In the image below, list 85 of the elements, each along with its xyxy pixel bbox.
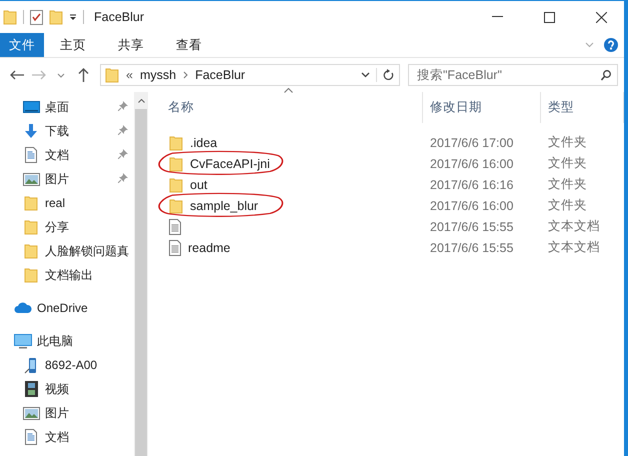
folder-icon <box>169 156 183 172</box>
download-icon <box>23 123 39 139</box>
sidebar-item[interactable]: 下载 <box>0 119 134 143</box>
sidebar-item[interactable]: real <box>0 191 134 215</box>
folder-icon <box>169 198 183 214</box>
scrollbar[interactable] <box>134 92 148 456</box>
text-file-icon <box>169 218 181 234</box>
sidebar-item[interactable]: 此电脑 <box>0 329 134 353</box>
folder-icon <box>169 176 183 192</box>
dropdown-icon[interactable] <box>69 13 77 21</box>
dropdown-icon[interactable] <box>361 72 370 78</box>
overflow-chevron[interactable]: « <box>126 68 133 82</box>
sidebar-item[interactable]: 8692-A00 <box>0 353 134 377</box>
file-name[interactable]: .idea <box>190 136 218 150</box>
ribbon-tab[interactable]: 共享 <box>102 33 160 57</box>
ribbon-tab[interactable]: 主页 <box>44 33 102 57</box>
sidebar-item[interactable]: 文档 <box>0 143 134 167</box>
folder-icon <box>24 219 38 235</box>
sidebar-item[interactable]: 图片 <box>0 167 134 191</box>
file-name[interactable]: CvFaceAPI-jni <box>190 156 270 170</box>
device-icon <box>24 356 38 374</box>
document-icon <box>25 147 37 163</box>
picture-icon <box>22 406 40 420</box>
sidebar-item[interactable]: 人脸解锁问题真 <box>0 239 134 263</box>
file-type: 文本文档 <box>547 239 601 256</box>
cloud-icon <box>14 302 32 314</box>
file-type: 文件夹 <box>547 176 588 193</box>
address-bar[interactable]: « myssh FaceBlur <box>100 64 400 86</box>
up-icon[interactable] <box>78 68 88 82</box>
desktop-icon <box>22 101 40 113</box>
help-icon[interactable] <box>604 38 618 52</box>
sidebar-item[interactable]: 视频 <box>0 377 134 401</box>
modified-date: 2017/6/6 16:00 <box>429 156 514 170</box>
search-field[interactable]: 搜索"FaceBlur" <box>408 64 618 86</box>
column-header[interactable]: 修改日期 <box>423 92 541 123</box>
breadcrumb[interactable]: FaceBlur <box>195 68 246 82</box>
modified-date: 2017/6/6 15:55 <box>429 240 514 254</box>
sidebar-item[interactable]: 桌面 <box>0 95 134 119</box>
modified-date: 2017/6/6 16:00 <box>429 198 514 212</box>
recent-locations-icon[interactable] <box>57 72 65 78</box>
sidebar-item[interactable]: OneDrive <box>0 296 134 320</box>
pin-icon[interactable] <box>118 149 128 159</box>
close-icon[interactable] <box>596 12 606 22</box>
minimize-icon[interactable] <box>492 16 502 18</box>
modified-date: 2017/6/6 15:55 <box>429 220 514 234</box>
chevron-icon[interactable] <box>183 71 188 79</box>
back-icon[interactable] <box>10 70 24 80</box>
folder-icon <box>3 9 17 25</box>
file-name[interactable]: out <box>190 178 208 192</box>
pin-icon[interactable] <box>118 173 128 183</box>
sidebar-item[interactable]: 分享 <box>0 215 134 239</box>
folder-icon <box>24 195 38 211</box>
document-icon <box>25 429 37 445</box>
ribbon-tab[interactable]: 查看 <box>160 33 218 57</box>
sidebar-item[interactable]: 文档输出 <box>0 263 134 287</box>
computer-icon <box>14 334 32 348</box>
folder-icon <box>105 67 119 83</box>
sidebar-item[interactable]: 文档 <box>0 425 134 449</box>
column-header[interactable]: 名称 <box>161 92 423 123</box>
text-file-icon <box>169 240 181 256</box>
modified-date: 2017/6/6 16:16 <box>429 178 514 192</box>
search-icon[interactable] <box>601 70 611 81</box>
file-name[interactable]: readme <box>188 240 230 254</box>
folder-icon <box>24 243 38 259</box>
file-type: 文件夹 <box>547 134 588 151</box>
file-type: 文件夹 <box>547 197 588 214</box>
properties-icon[interactable] <box>30 9 43 25</box>
maximize-icon[interactable] <box>544 12 554 22</box>
picture-icon <box>22 172 40 186</box>
sidebar-item[interactable]: 图片 <box>0 401 134 425</box>
scroll-up-icon[interactable] <box>138 98 144 102</box>
column-header[interactable]: 类型 <box>541 92 624 123</box>
video-icon <box>24 381 38 397</box>
folder-icon <box>24 267 38 283</box>
file-menu-button[interactable]: 文件 <box>0 33 44 57</box>
pin-icon[interactable] <box>118 125 128 135</box>
pin-icon[interactable] <box>118 101 128 111</box>
refresh-icon[interactable] <box>383 69 394 81</box>
folder-icon <box>169 134 183 150</box>
file-type: 文本文档 <box>547 218 601 235</box>
file-name[interactable]: sample_blur <box>190 198 258 212</box>
modified-date: 2017/6/6 17:00 <box>429 136 514 150</box>
file-type: 文件夹 <box>547 155 588 172</box>
breadcrumb[interactable]: myssh <box>140 68 176 82</box>
window-title: FaceBlur <box>94 10 144 24</box>
